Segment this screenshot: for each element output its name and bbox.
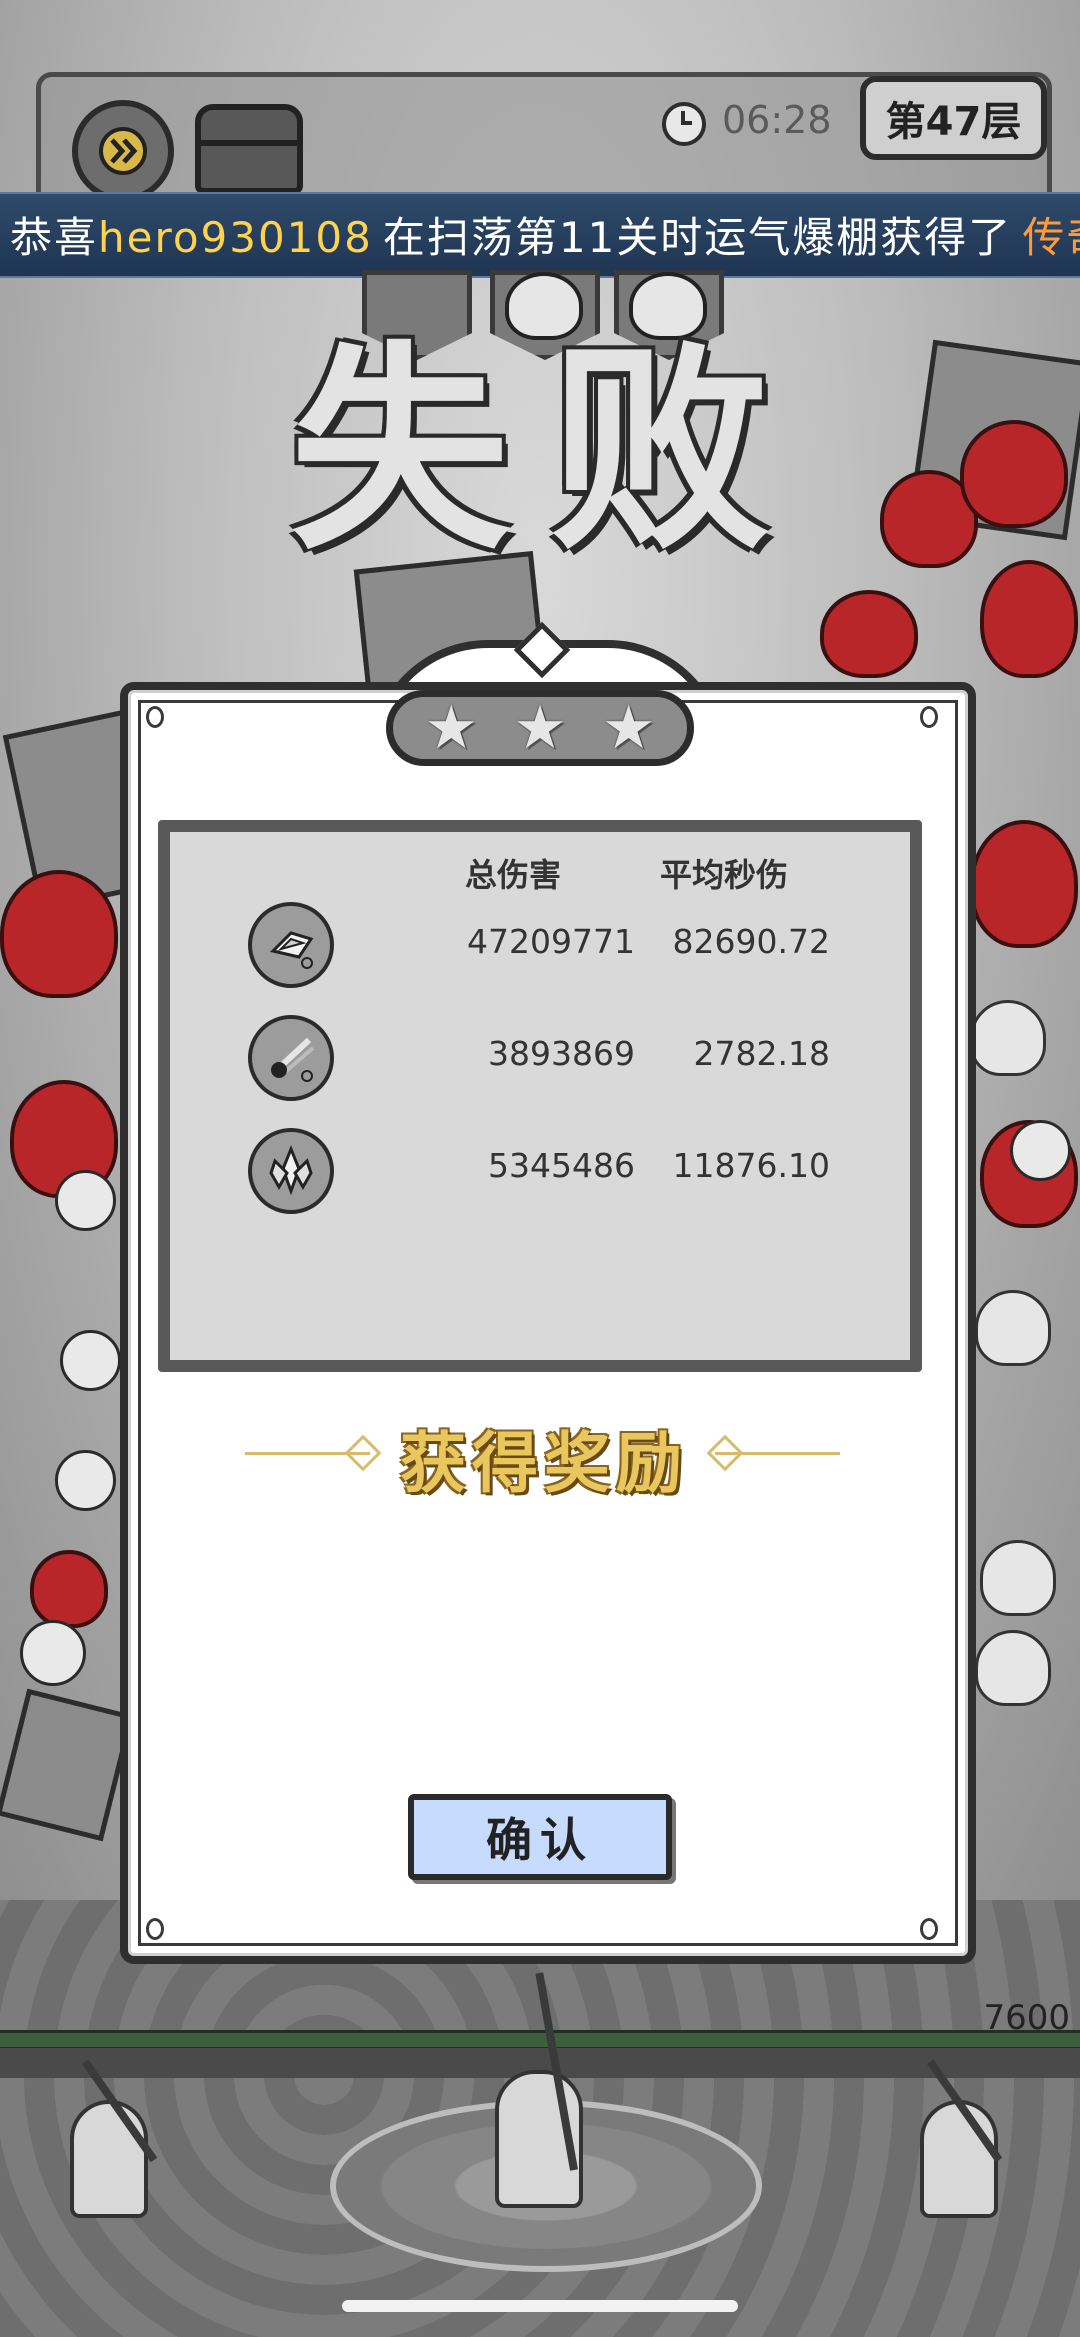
fast-forward-icon: [99, 127, 147, 175]
broadcast-banner: 恭喜hero930108在扫荡第11关时运气爆棚获得了传奇宝: [0, 192, 1080, 278]
stat-avg-dps: 2782.18: [693, 1034, 830, 1073]
enemy: [980, 560, 1078, 678]
stat-avg-dps: 82690.72: [672, 922, 830, 961]
stat-total-damage: 3893869: [488, 1034, 635, 1073]
enemy: [820, 590, 918, 678]
skeleton: [60, 1330, 121, 1391]
clock-icon: [662, 102, 706, 146]
broadcast-message: 恭喜hero930108在扫荡第11关时运气爆棚获得了传奇宝: [10, 204, 1080, 265]
rivet: [146, 706, 164, 728]
crystal-shard-skill-icon: [248, 902, 334, 988]
battle-timer: 06:28: [722, 98, 832, 142]
broadcast-prefix: 恭喜: [10, 213, 99, 262]
broadcast-player-name: hero930108: [98, 213, 373, 262]
enemy: [30, 1550, 108, 1628]
skeleton: [55, 1450, 116, 1511]
stat-avg-dps: 11876.10: [672, 1146, 830, 1185]
skeleton: [1010, 1120, 1071, 1181]
ice-crystal-skill-icon: [248, 1128, 334, 1214]
home-indicator[interactable]: [342, 2300, 738, 2312]
ghost: [975, 1630, 1051, 1706]
treasure-chest-button[interactable]: [195, 104, 303, 194]
reward-divider-right: [715, 1452, 840, 1455]
confirm-button[interactable]: 确认: [408, 1794, 672, 1880]
enemy: [960, 420, 1068, 528]
stat-total-damage: 47209771: [467, 922, 635, 961]
hero-ally-left: [70, 2100, 148, 2218]
broadcast-rarity: 传奇: [1022, 213, 1080, 262]
floor-badge: 第47层: [860, 76, 1047, 160]
star-icon: ★: [601, 693, 656, 763]
fast-forward-button[interactable]: [72, 100, 174, 202]
avg-dps-header: 平均秒伤: [660, 856, 789, 894]
broadcast-middle: 在扫荡第11关时运气爆棚获得了: [382, 213, 1013, 262]
base-health-bar: [0, 2030, 1080, 2050]
hero-ally-right: [920, 2100, 998, 2218]
rewards-title: 获得奖励: [400, 1424, 688, 1502]
enemy: [0, 870, 118, 998]
rivet: [146, 1918, 164, 1940]
ghost: [975, 1290, 1051, 1366]
rivet: [920, 706, 938, 728]
base-hp-value: 7600: [983, 1998, 1070, 2038]
total-damage-header: 总伤害: [465, 856, 562, 894]
skeleton: [20, 1620, 86, 1686]
rivet: [920, 1918, 938, 1940]
skeleton: [55, 1170, 116, 1231]
star-icon: ★: [424, 693, 479, 763]
star-icon: ★: [513, 693, 567, 763]
meteor-skill-icon: [248, 1015, 334, 1101]
star-rating: ★ ★ ★: [386, 690, 694, 766]
defeat-title: 失败: [290, 320, 811, 579]
stat-total-damage: 5345486: [488, 1146, 635, 1185]
ghost: [970, 1000, 1046, 1076]
enemy: [970, 820, 1078, 948]
ghost: [980, 1540, 1056, 1616]
